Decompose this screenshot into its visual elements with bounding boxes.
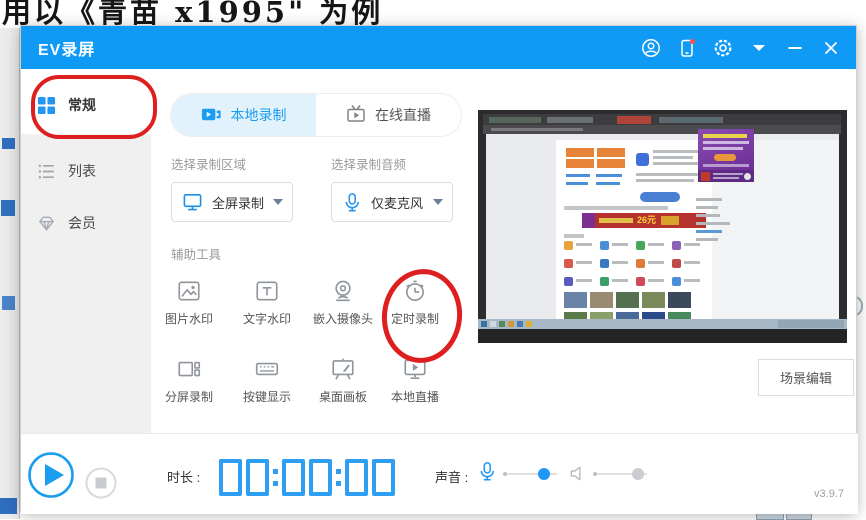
tool-label: 图片水印: [164, 312, 213, 326]
vip-diamond-icon: [37, 214, 56, 233]
grid-icon: [37, 96, 56, 115]
record-audio-label: 选择录制音频: [331, 158, 407, 172]
tab-label: 本地录制: [230, 107, 287, 123]
tool-label: 本地直播: [390, 390, 439, 404]
tools-section-title: 辅助工具: [171, 248, 222, 262]
sidebar-item-list[interactable]: 列表: [21, 148, 151, 194]
settings-gear-icon[interactable]: [712, 37, 734, 59]
more-dropdown-icon[interactable]: [748, 37, 770, 59]
preview-page-content: 26元: [556, 140, 712, 328]
duration-label: 时长 :: [167, 470, 201, 485]
speaker-volume-icon: [568, 464, 587, 488]
record-area-label: 选择录制区域: [171, 158, 247, 172]
record-area-value: 全屏录制: [212, 195, 265, 211]
tool-label: 嵌入摄像头: [312, 312, 373, 326]
mic-volume-slider[interactable]: [503, 467, 557, 481]
preview-promo-banner: 26元: [582, 213, 706, 228]
close-icon[interactable]: [820, 37, 842, 59]
preview-taskbar: [478, 319, 847, 329]
background-artifact: [2, 138, 15, 149]
tab-label: 在线直播: [375, 107, 431, 123]
sidebar-item-label: 列表: [68, 163, 96, 179]
preview-bottom-edge: [478, 329, 847, 343]
tool-split-screen[interactable]: 分屏录制: [151, 356, 227, 405]
background-artifact: [0, 498, 17, 514]
version-label: v3.9.7: [814, 488, 844, 500]
tool-local-live[interactable]: 本地直播: [377, 356, 453, 405]
tool-key-display[interactable]: 按键显示: [229, 356, 305, 405]
record-audio-value: 仅麦克风: [371, 195, 424, 211]
microphone-icon: [342, 192, 362, 213]
record-area-dropdown[interactable]: 全屏录制: [171, 182, 293, 222]
minimize-icon[interactable]: [784, 37, 806, 59]
tool-label: 分屏录制: [164, 390, 213, 404]
background-artifact: [2, 296, 15, 310]
sidebar-item-label: 会员: [68, 215, 96, 231]
tab-online-live[interactable]: 在线直播: [316, 94, 461, 136]
app-window: EV录屏 常规 列表 会员 本地录制 在线直播 选择录制区域 选择录制音频 全屏…: [20, 25, 858, 514]
chevron-down-icon: [273, 199, 283, 205]
sidebar-item-vip[interactable]: 会员: [21, 200, 151, 246]
tool-label: 按键显示: [242, 390, 291, 404]
tool-desktop-board[interactable]: 桌面画板: [305, 356, 381, 405]
account-icon[interactable]: [640, 37, 662, 59]
mic-volume-handle[interactable]: [538, 468, 551, 480]
chevron-down-icon: [433, 199, 443, 205]
speaker-volume-slider[interactable]: [593, 467, 647, 481]
tool-timer-record[interactable]: 定时录制: [377, 278, 453, 327]
tool-label: 文字水印: [242, 312, 291, 326]
mobile-sync-icon[interactable]: [676, 37, 698, 59]
camcorder-icon: [201, 105, 222, 126]
tool-text-watermark[interactable]: 文字水印: [229, 278, 305, 327]
stop-record-button[interactable]: [85, 467, 117, 499]
scene-edit-label: 场景编辑: [779, 371, 832, 386]
scene-edit-button[interactable]: 场景编辑: [758, 359, 854, 396]
preview-ad-purple: [698, 129, 754, 170]
tool-label: 桌面画板: [318, 390, 367, 404]
tool-webcam[interactable]: 嵌入摄像头: [305, 278, 381, 327]
window-title: EV录屏: [38, 41, 96, 59]
sidebar-item-general[interactable]: 常规: [21, 82, 151, 128]
preview-browser-tabbar: [483, 114, 841, 125]
sidebar-item-label: 常规: [68, 97, 96, 113]
background-window-strip: [0, 28, 20, 519]
preview-banner-price: 26元: [637, 215, 657, 225]
sound-label: 声音 :: [435, 470, 469, 485]
screen-preview: 26元: [478, 110, 847, 343]
record-audio-dropdown[interactable]: 仅麦克风: [331, 182, 453, 222]
speaker-volume-handle[interactable]: [632, 468, 645, 480]
tv-live-icon: [346, 104, 366, 126]
tool-image-watermark[interactable]: 图片水印: [151, 278, 227, 327]
tab-local-record[interactable]: 本地录制: [171, 94, 316, 136]
start-record-button[interactable]: [27, 451, 75, 499]
timer-display: [217, 459, 397, 496]
preview-browser-addressbar: [483, 125, 841, 134]
mic-volume-icon: [477, 461, 497, 487]
titlebar[interactable]: EV录屏: [21, 26, 856, 69]
list-icon: [37, 162, 56, 181]
monitor-icon: [182, 192, 203, 212]
preview-ad-strip: [698, 170, 754, 182]
tool-label: 定时录制: [390, 312, 439, 326]
background-artifact: [1, 200, 15, 216]
mode-tabs: 本地录制 在线直播: [171, 94, 461, 136]
